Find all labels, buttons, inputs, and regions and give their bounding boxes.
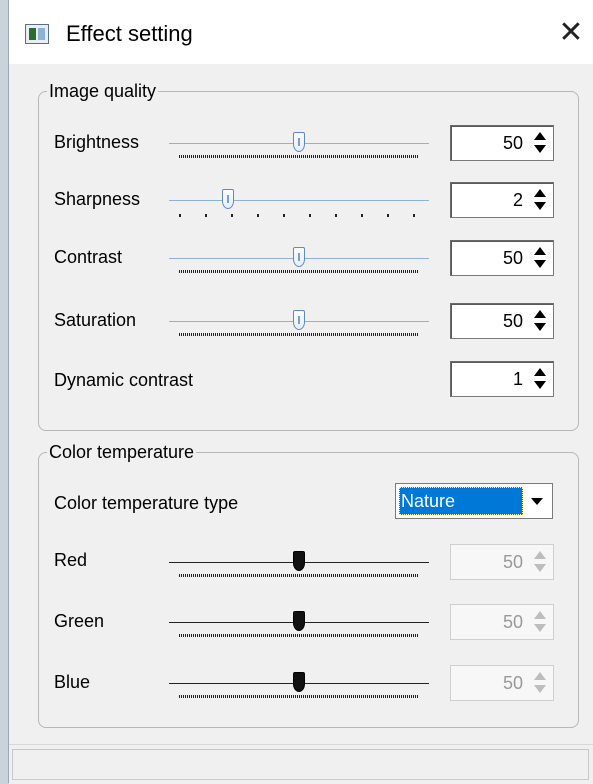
dynamic-contrast-spinbox[interactable]: 1: [450, 361, 554, 397]
slider-ticks: [179, 634, 419, 637]
saturation-value: 50: [502, 311, 523, 331]
slider-thumb[interactable]: [293, 611, 305, 631]
blue-label: Blue: [54, 672, 91, 692]
green-slider[interactable]: [169, 600, 429, 646]
image-quality-legend: Image quality: [47, 80, 159, 102]
spin-up-icon[interactable]: [534, 368, 546, 376]
slider-thumb[interactable]: [293, 310, 305, 330]
contrast-spinbox[interactable]: 50: [450, 240, 554, 276]
spin-up-icon[interactable]: [534, 247, 546, 255]
sharpness-label: Sharpness: [54, 189, 141, 209]
slider-thumb[interactable]: [293, 132, 305, 152]
slider-ticks: [179, 333, 419, 336]
spin-up-icon[interactable]: [534, 189, 546, 197]
dynamic-contrast-label: Dynamic contrast: [54, 370, 194, 390]
spin-up-icon: [534, 672, 546, 680]
spin-up-icon[interactable]: [534, 310, 546, 318]
spin-down-icon[interactable]: [534, 381, 546, 389]
green-spinbox: 50: [450, 604, 554, 640]
chevron-down-icon[interactable]: [524, 487, 550, 515]
slider-thumb[interactable]: [222, 189, 234, 209]
saturation-spinbox[interactable]: 50: [450, 303, 554, 339]
slider-ticks: [179, 574, 419, 577]
sharpness-slider[interactable]: [169, 178, 429, 224]
brightness-slider[interactable]: [169, 121, 429, 167]
spin-up-icon: [534, 551, 546, 559]
red-value: 50: [502, 552, 523, 572]
red-spinbox: 50: [450, 544, 554, 580]
spin-down-icon: [534, 685, 546, 693]
color-temperature-type-select[interactable]: Nature: [395, 483, 553, 519]
blue-slider[interactable]: [169, 661, 429, 707]
color-temperature-legend: Color temperature: [47, 441, 197, 463]
window-title: Effect setting: [66, 21, 193, 46]
color-temperature-type-label: Color temperature type: [54, 493, 239, 513]
sharpness-spinbox[interactable]: 2: [450, 182, 554, 218]
slider-thumb[interactable]: [293, 551, 305, 571]
title-bar[interactable]: Effect setting ✕: [9, 0, 593, 64]
dynamic-contrast-value: 1: [512, 369, 523, 389]
selected-option: Nature: [399, 487, 523, 515]
contrast-value: 50: [502, 248, 523, 268]
slider-thumb[interactable]: [293, 247, 305, 267]
spin-down-icon[interactable]: [534, 323, 546, 331]
effect-setting-window: Effect setting ✕ Image quality Brightnes…: [8, 0, 593, 784]
red-slider[interactable]: [169, 540, 429, 586]
spin-down-icon[interactable]: [534, 260, 546, 268]
contrast-label: Contrast: [54, 247, 123, 267]
close-icon: ✕: [558, 16, 584, 49]
green-label: Green: [54, 611, 105, 631]
spin-down-icon[interactable]: [534, 202, 546, 210]
red-label: Red: [54, 550, 88, 570]
slider-ticks: [179, 695, 419, 698]
brightness-value: 50: [502, 133, 523, 153]
saturation-slider[interactable]: [169, 299, 429, 345]
contrast-slider[interactable]: [169, 236, 429, 282]
saturation-label: Saturation: [54, 310, 137, 330]
brightness-label: Brightness: [54, 132, 140, 152]
status-bar: [9, 744, 593, 784]
blue-value: 50: [502, 673, 523, 693]
slider-thumb[interactable]: [293, 672, 305, 692]
spin-up-icon[interactable]: [534, 132, 546, 140]
spin-down-icon: [534, 624, 546, 632]
sharpness-value: 2: [512, 190, 523, 210]
blue-spinbox: 50: [450, 665, 554, 701]
close-button[interactable]: ✕: [557, 16, 585, 49]
slider-ticks: [179, 155, 419, 158]
green-value: 50: [502, 612, 523, 632]
app-icon: [25, 24, 49, 44]
spin-down-icon: [534, 564, 546, 572]
slider-track: [169, 200, 429, 201]
brightness-spinbox[interactable]: 50: [450, 125, 554, 161]
spin-down-icon[interactable]: [534, 145, 546, 153]
slider-ticks: [179, 270, 419, 273]
spin-up-icon: [534, 611, 546, 619]
